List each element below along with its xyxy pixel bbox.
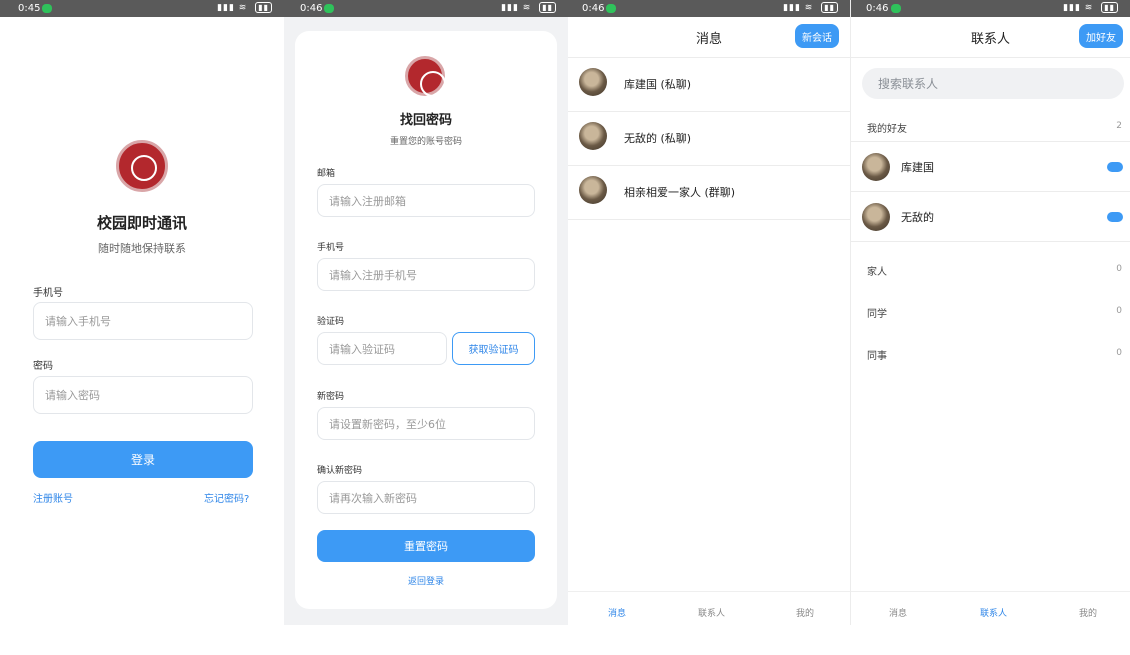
conversation-item[interactable]: 无敌的 (私聊) <box>568 112 850 165</box>
school-logo-icon <box>405 56 446 97</box>
conversation-name: 库建国 (私聊) <box>624 78 692 91</box>
avatar <box>579 68 607 96</box>
tab-messages[interactable]: 消息 <box>889 606 907 619</box>
conversation-item[interactable]: 库建国 (私聊) <box>568 58 850 111</box>
new-password-input[interactable]: 请设置新密码，至少6位 <box>317 407 535 440</box>
register-link[interactable]: 注册账号 <box>33 490 73 505</box>
conversation-name: 无敌的 (私聊) <box>624 132 692 145</box>
contacts-screen: 0:46 ▮▮▮ ≋ ▮▮ 联系人 加好友 搜索联系人 我的好友 2 库建国 无… <box>851 0 1130 625</box>
email-input[interactable]: 请输入注册邮箱 <box>317 184 535 217</box>
back-to-login-link[interactable]: 返回登录 <box>295 574 557 587</box>
wechat-notification-icon <box>606 4 616 13</box>
signal-wifi-icon: ▮▮▮ ≋ ▮▮ <box>1063 0 1118 17</box>
signal-wifi-icon: ▮▮▮ ≋ ▮▮ <box>217 0 272 17</box>
status-bar: 0:46 ▮▮▮ ≋ ▮▮ <box>284 0 568 17</box>
tab-contacts[interactable]: 联系人 <box>980 606 1007 619</box>
code-label: 验证码 <box>317 317 345 327</box>
add-friend-button[interactable]: 加好友 <box>1079 24 1123 48</box>
tab-contacts[interactable]: 联系人 <box>698 606 725 619</box>
conversation-name: 相亲相爱一家人 (群聊) <box>624 186 736 199</box>
signal-wifi-icon: ▮▮▮ ≋ ▮▮ <box>501 0 556 17</box>
contact-item[interactable]: 无敌的 <box>851 192 1130 241</box>
recover-password-screen: 0:46 ▮▮▮ ≋ ▮▮ 找回密码 重置您的账号密码 邮箱 请输入注册邮箱 手… <box>284 0 568 625</box>
messages-screen: 0:46 ▮▮▮ ≋ ▮▮ 消息 新会话 库建国 (私聊) 无敌的 (私聊) 相… <box>568 0 851 625</box>
recover-card: 找回密码 重置您的账号密码 邮箱 请输入注册邮箱 手机号 请输入注册手机号 验证… <box>295 31 557 609</box>
password-label: 密码 <box>33 361 53 372</box>
online-indicator-icon <box>1107 212 1123 222</box>
password-input[interactable]: 请输入密码 <box>33 376 253 414</box>
contact-item[interactable]: 库建国 <box>851 142 1130 191</box>
group-label: 我的好友 <box>867 124 907 135</box>
group-label: 同学 <box>867 309 887 320</box>
app-subtitle: 随时随地保持联系 <box>98 242 186 255</box>
group-colleagues[interactable]: 同事 0 <box>851 340 1130 366</box>
wechat-notification-icon <box>891 4 901 13</box>
status-bar: 0:45 ▮▮▮ ≋ ▮▮ <box>0 0 284 17</box>
tab-me[interactable]: 我的 <box>1079 606 1097 619</box>
avatar <box>579 122 607 150</box>
avatar <box>579 176 607 204</box>
bottom-tab-bar: 消息 联系人 我的 <box>568 591 850 625</box>
phone-input[interactable]: 请输入注册手机号 <box>317 258 535 291</box>
contact-name: 无敌的 <box>901 211 934 224</box>
wechat-notification-icon <box>42 4 52 13</box>
forgot-password-link[interactable]: 忘记密码? <box>204 490 249 505</box>
status-bar: 0:46 ▮▮▮ ≋ ▮▮ <box>568 0 850 17</box>
battery-icon: ▮▮ <box>539 2 556 13</box>
phone-label: 手机号 <box>33 288 63 299</box>
group-label: 家人 <box>867 267 887 278</box>
new-password-label: 新密码 <box>317 392 345 402</box>
confirm-password-input[interactable]: 请再次输入新密码 <box>317 481 535 514</box>
header-divider <box>851 57 1130 58</box>
app-title: 校园即时通讯 <box>96 214 187 232</box>
get-code-button[interactable]: 获取验证码 <box>452 332 535 365</box>
new-chat-button[interactable]: 新会话 <box>795 24 839 48</box>
recover-title: 找回密码 <box>399 113 452 128</box>
status-bar: 0:46 ▮▮▮ ≋ ▮▮ <box>851 0 1130 17</box>
group-my-friends[interactable]: 我的好友 2 <box>851 112 1130 140</box>
group-classmates[interactable]: 同学 0 <box>851 298 1130 324</box>
signal-wifi-icon: ▮▮▮ ≋ ▮▮ <box>783 0 838 17</box>
phone-label: 手机号 <box>317 243 345 253</box>
reset-password-button[interactable]: 重置密码 <box>317 530 535 562</box>
login-button[interactable]: 登录 <box>33 441 253 478</box>
battery-icon: ▮▮ <box>255 2 272 13</box>
contact-search-input[interactable]: 搜索联系人 <box>862 68 1124 99</box>
conversation-item[interactable]: 相亲相爱一家人 (群聊) <box>568 166 850 219</box>
battery-icon: ▮▮ <box>1101 2 1118 13</box>
wechat-notification-icon <box>324 4 334 13</box>
login-screen: 0:45 ▮▮▮ ≋ ▮▮ 校园即时通讯 随时随地保持联系 手机号 请输入手机号… <box>0 0 284 625</box>
group-label: 同事 <box>867 351 887 362</box>
contact-name: 库建国 <box>901 161 934 174</box>
group-count: 2 <box>1116 121 1122 131</box>
confirm-password-label: 确认新密码 <box>317 466 363 476</box>
recover-subtitle: 重置您的账号密码 <box>389 137 462 147</box>
row-divider <box>568 219 850 220</box>
avatar <box>862 203 890 231</box>
group-count: 0 <box>1116 348 1122 358</box>
online-indicator-icon <box>1107 162 1123 172</box>
code-input[interactable]: 请输入验证码 <box>317 332 447 365</box>
row-divider <box>851 241 1130 242</box>
tab-me[interactable]: 我的 <box>796 606 814 619</box>
status-time: 0:46 <box>582 3 605 14</box>
group-count: 0 <box>1116 264 1122 274</box>
avatar <box>862 153 890 181</box>
bottom-tab-bar: 消息 联系人 我的 <box>851 591 1130 625</box>
battery-icon: ▮▮ <box>821 2 838 13</box>
status-time: 0:45 <box>18 3 41 14</box>
group-family[interactable]: 家人 0 <box>851 256 1130 282</box>
group-count: 0 <box>1116 306 1122 316</box>
tab-messages[interactable]: 消息 <box>608 606 626 619</box>
phone-input[interactable]: 请输入手机号 <box>33 302 253 340</box>
status-time: 0:46 <box>300 3 323 14</box>
status-time: 0:46 <box>866 3 889 14</box>
email-label: 邮箱 <box>317 169 336 179</box>
school-logo-icon <box>116 140 168 192</box>
